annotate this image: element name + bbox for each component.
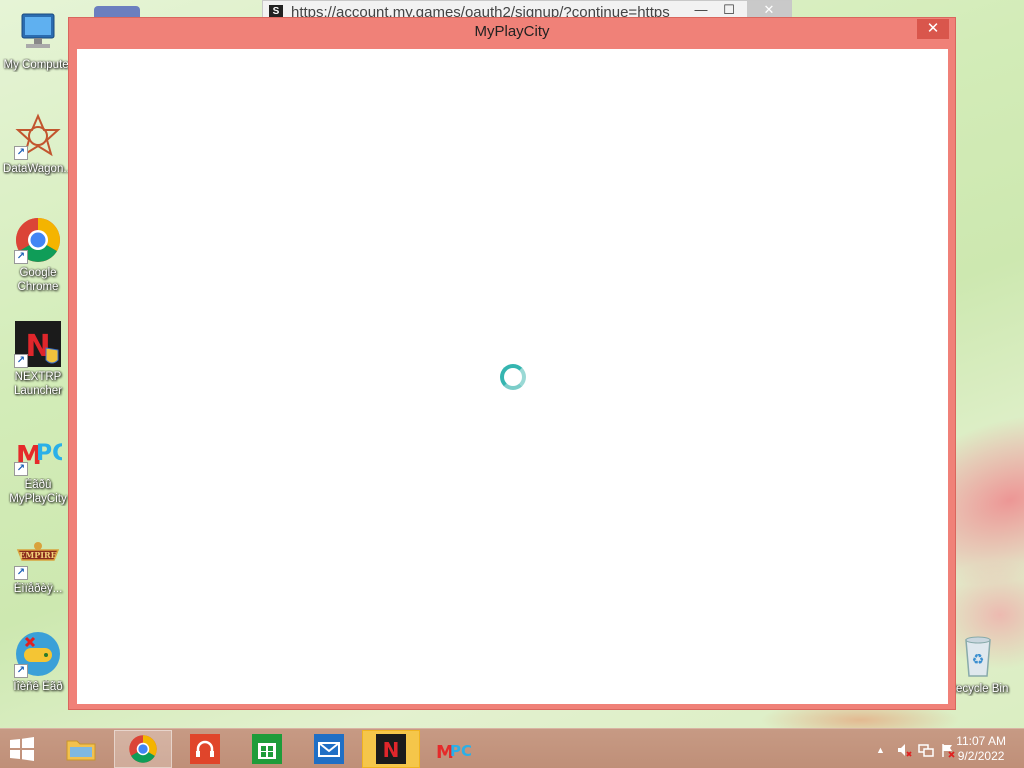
folder-icon xyxy=(66,740,96,761)
shortcut-arrow-icon: ↗ xyxy=(14,664,28,678)
desktop-icon-my-computer[interactable]: My Computer xyxy=(0,8,76,72)
loading-spinner-icon xyxy=(500,364,526,390)
network-icon[interactable] xyxy=(918,742,934,761)
myplaycity-icon: M PC xyxy=(436,742,471,763)
clock[interactable]: 11:07 AM 9/2/2022 xyxy=(956,734,1006,764)
myplaycity-window: MyPlayCity ✕ xyxy=(68,17,956,710)
svg-text:PC: PC xyxy=(36,441,62,466)
start-button[interactable] xyxy=(6,735,38,763)
taskbar-nextrp[interactable]: N xyxy=(362,730,420,768)
nextrp-icon: N xyxy=(376,734,406,764)
store-icon xyxy=(252,734,282,764)
clock-date: 9/2/2022 xyxy=(957,749,1005,763)
taskbar: N M PC ▲ 11:07 AM 9/2/2022 xyxy=(0,728,1024,768)
svg-text:EMPIRE: EMPIRE xyxy=(19,550,56,560)
shortcut-arrow-icon: ↗ xyxy=(14,354,28,368)
window-title: MyPlayCity xyxy=(474,23,550,40)
recycle-bin-icon: ♻ xyxy=(954,632,1002,680)
close-button[interactable]: ✕ xyxy=(917,19,949,39)
shortcut-arrow-icon: ↗ xyxy=(14,250,28,264)
taskbar-file-explorer[interactable] xyxy=(52,730,110,768)
window-content xyxy=(77,49,948,704)
datawagon-icon: ↗ xyxy=(14,112,62,160)
desktop-icon-google-chrome[interactable]: ↗ Google Chrome xyxy=(0,216,76,294)
action-center-flag-icon[interactable] xyxy=(940,742,956,761)
system-tray: ▲ 11:07 AM 9/2/2022 xyxy=(844,729,1024,768)
myplaycity-icon: M PC ↗ xyxy=(14,428,68,476)
clock-time: 11:07 AM xyxy=(956,734,1006,748)
taskbar-chrome[interactable] xyxy=(114,730,172,768)
desktop-icon-game-search[interactable]: ↗ Ïîèñê Èãð xyxy=(0,630,76,694)
shortcut-arrow-icon: ↗ xyxy=(14,146,28,160)
desktop-icon-myplaycity[interactable]: M PC ↗ Èãðû MyPlayCity xyxy=(0,428,76,506)
game-search-icon: ↗ xyxy=(14,630,62,678)
headphones-icon xyxy=(190,734,220,764)
windows-logo-icon xyxy=(10,737,34,761)
chrome-icon xyxy=(129,735,157,763)
computer-icon xyxy=(14,8,62,56)
desktop-icon-datawagon[interactable]: ↗ DataWagon... xyxy=(0,112,76,176)
nextrp-icon: N ↗ xyxy=(14,320,62,368)
shortcut-arrow-icon: ↗ xyxy=(14,462,28,476)
mail-icon xyxy=(314,734,344,764)
desktop-icon-nextrp-launcher[interactable]: N ↗ NEXTRP Launcher xyxy=(0,320,76,398)
taskbar-myplaycity[interactable]: M PC xyxy=(424,730,482,768)
svg-text:PC: PC xyxy=(450,742,471,760)
svg-text:N: N xyxy=(383,738,400,762)
taskbar-music[interactable] xyxy=(176,730,234,768)
show-hidden-icons-chevron-icon[interactable]: ▲ xyxy=(876,745,885,755)
taskbar-mail[interactable] xyxy=(300,730,358,768)
taskbar-store[interactable] xyxy=(238,730,296,768)
chrome-icon: ↗ xyxy=(14,216,62,264)
empire-icon: EMPIRE ↗ xyxy=(14,532,62,580)
shortcut-arrow-icon: ↗ xyxy=(14,566,28,580)
volume-muted-icon[interactable] xyxy=(896,742,912,761)
desktop-icon-empire[interactable]: EMPIRE ↗ Èìïåðèÿ... xyxy=(0,532,76,596)
svg-text:♻: ♻ xyxy=(972,651,985,667)
